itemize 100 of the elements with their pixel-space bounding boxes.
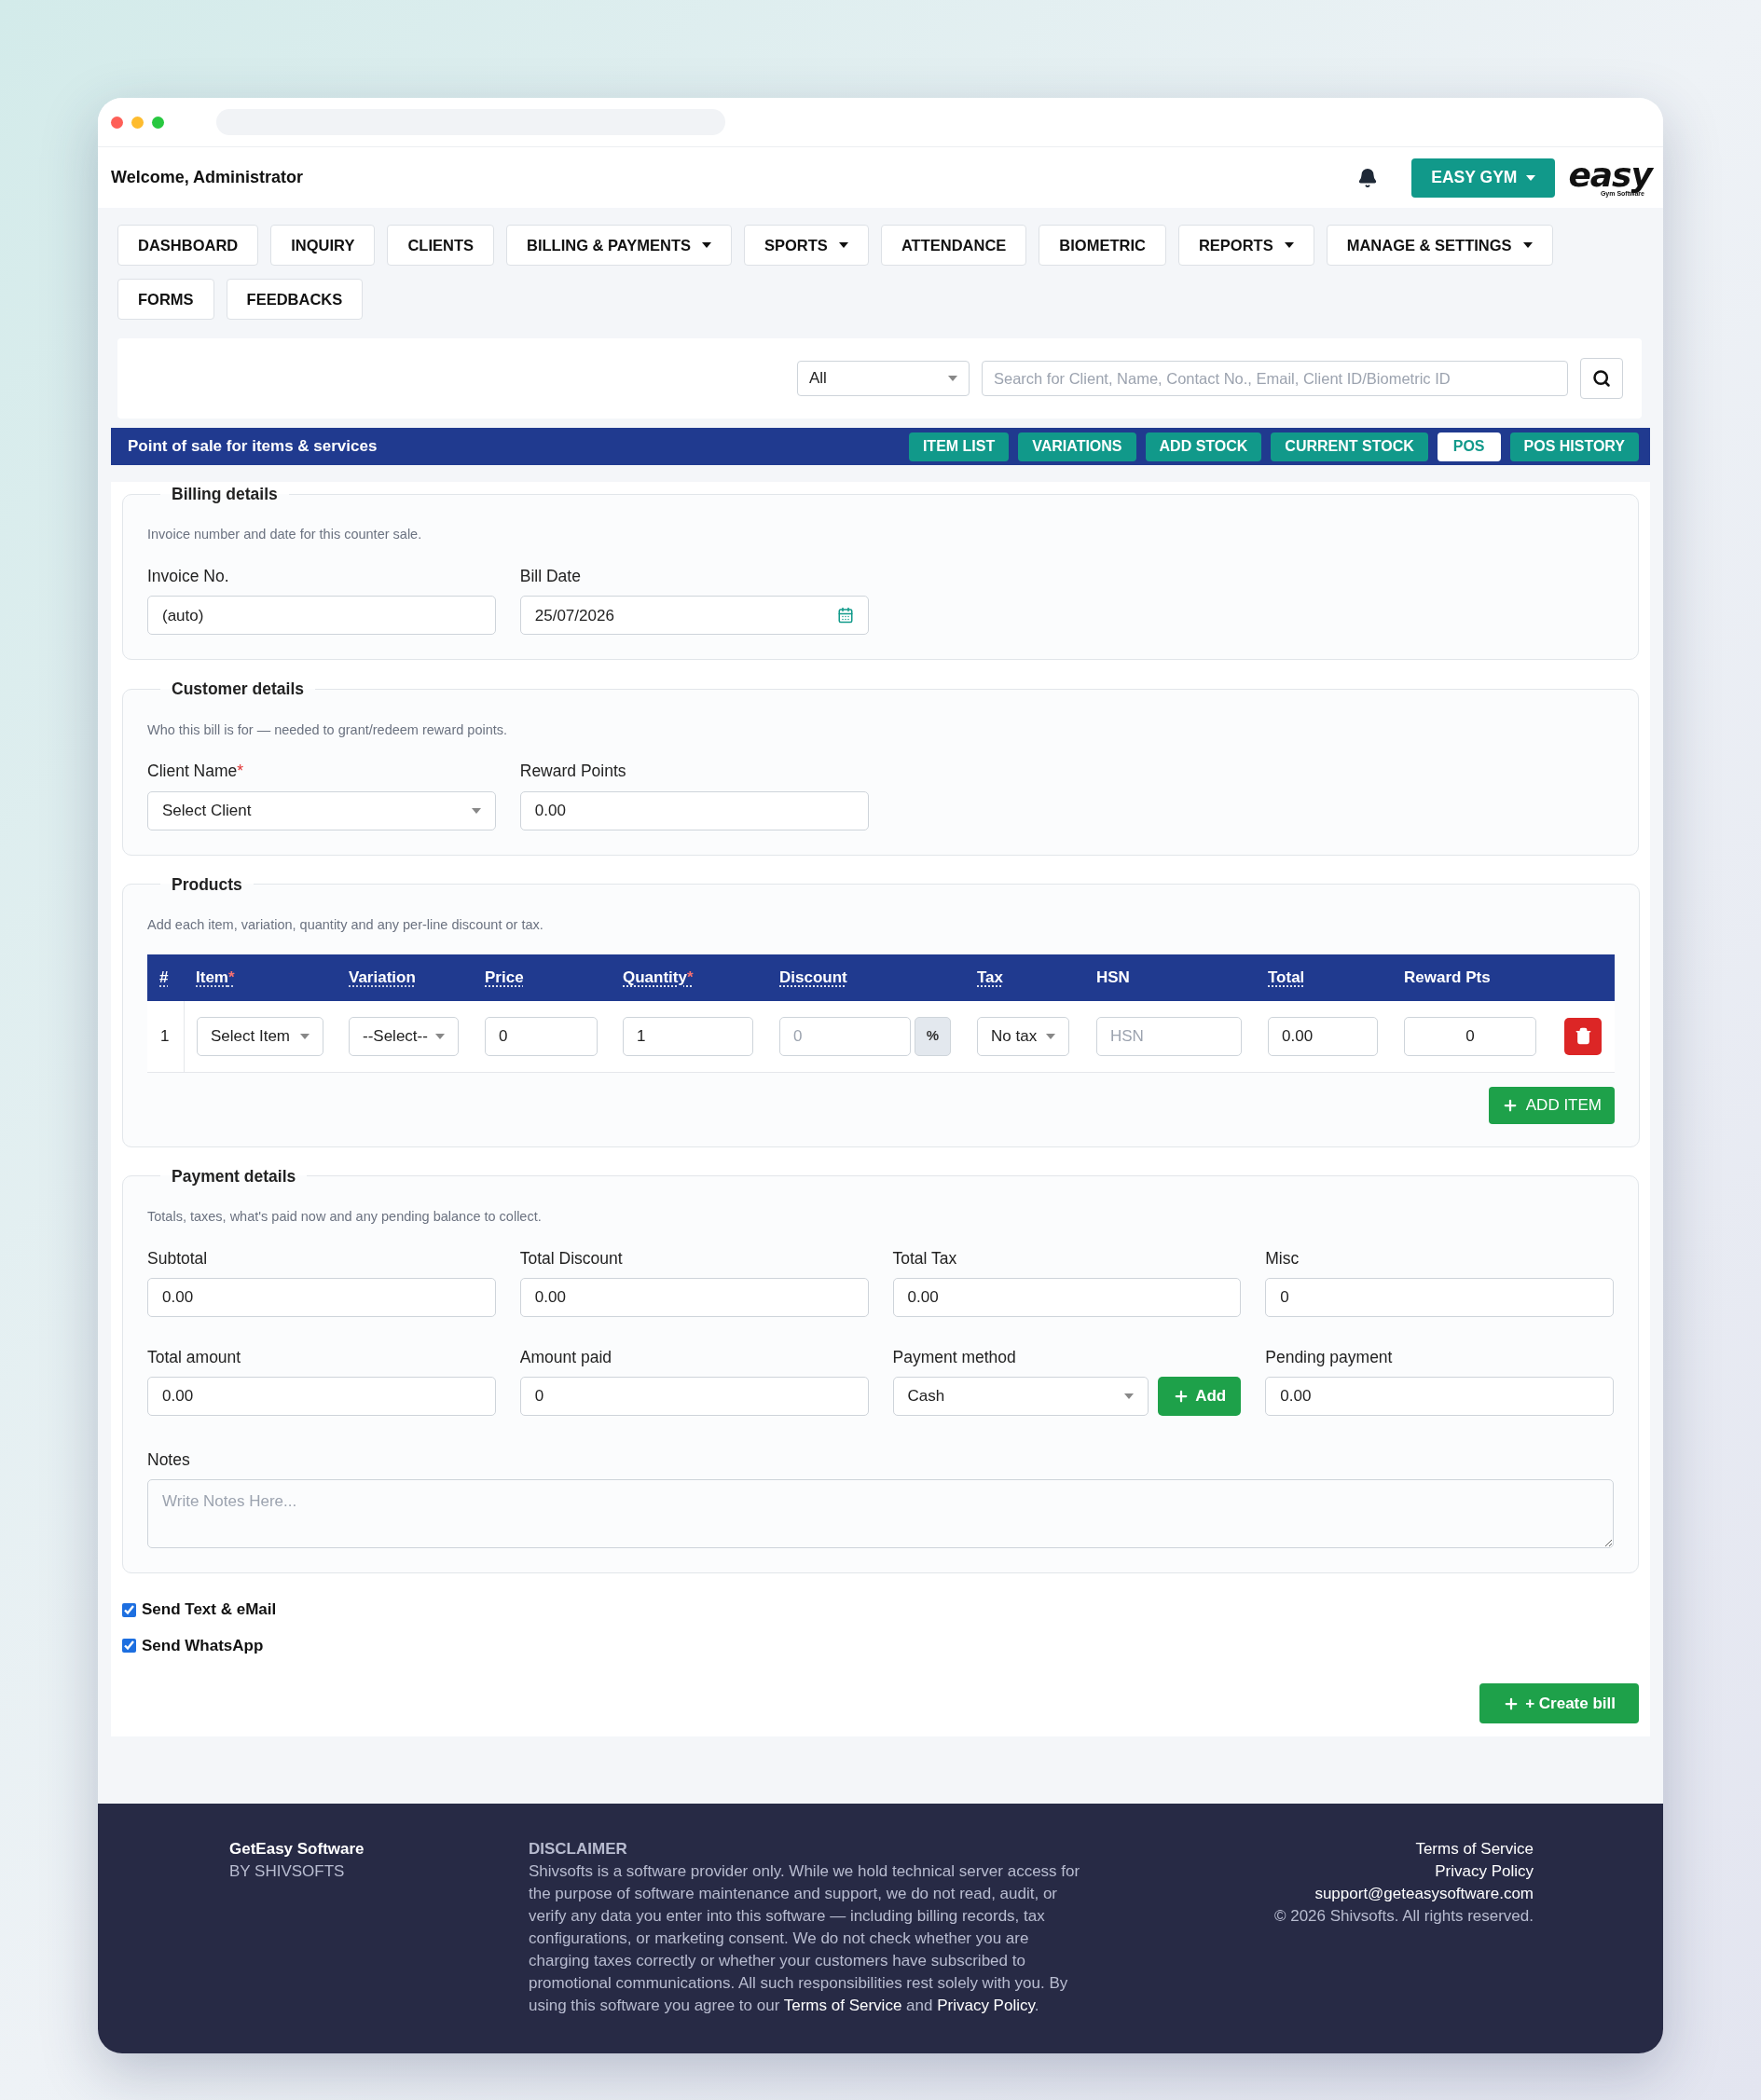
- field-label: Payment method: [892, 1346, 1017, 1368]
- percent-toggle[interactable]: %: [915, 1016, 951, 1056]
- section-legend: Products: [160, 872, 254, 897]
- section-hint: Add each item, variation, quantity and any per-line discount or tax.: [147, 915, 544, 934]
- section-legend: Billing details: [160, 482, 289, 507]
- welcome-text: Welcome, Administrator: [111, 167, 304, 188]
- module-title: Point of sale for items & services: [128, 436, 378, 458]
- column-header: Reward Pts: [1404, 967, 1491, 988]
- search-button[interactable]: [1580, 358, 1623, 399]
- column-header: Discount: [779, 967, 847, 988]
- search-field[interactable]: Search for Client, Name, Contact No., Email, Client ID/Biometric ID: [982, 361, 1568, 396]
- gym-menu-button[interactable]: EASY GYM: [1411, 158, 1556, 198]
- module-tab[interactable]: POS: [1437, 432, 1501, 461]
- input-field[interactable]: 0.00: [1265, 1377, 1614, 1416]
- nav-button[interactable]: SPORTS: [744, 225, 869, 266]
- caret-icon: [435, 1033, 445, 1039]
- checkbox-label: Send WhatsApp: [142, 1635, 264, 1656]
- column-header: Tax: [977, 967, 1004, 988]
- caret-icon: [1046, 1033, 1055, 1039]
- field-label: Bill Date: [519, 566, 582, 587]
- date-field[interactable]: 25/07/2026: [519, 596, 869, 636]
- section-hint: Invoice number and date for this counter sale.: [147, 526, 423, 544]
- caret-icon: [1526, 174, 1536, 181]
- module-tab[interactable]: ADD STOCK: [1145, 432, 1262, 461]
- field-label: Client Name*: [147, 761, 245, 783]
- delete-button[interactable]: [1564, 1017, 1602, 1055]
- field-label: Misc: [1265, 1247, 1300, 1270]
- disclaimer-text: Shivsofts is a software provider only. While we hold technical server access for the purpose of software maintenance and support, we do not read, audit, or verify any data you enter into this software — including billing records, tax configurations, or marketing consent. We do not check whether you are charging taxes correctly or whether your customers have subscribed to promotional communications. All such responsibilities rest solely with you. By using this software you agree to our Terms of Service and Privacy Policy.: [529, 1861, 1081, 2017]
- column-header: Variation: [349, 967, 416, 988]
- reward-points-field[interactable]: 0: [1404, 1016, 1536, 1056]
- search-icon: [1592, 369, 1611, 388]
- input-field[interactable]: (auto): [147, 596, 496, 636]
- nav-button[interactable]: MANAGE & SETTINGS: [1326, 225, 1553, 266]
- item-select[interactable]: Select Item: [197, 1016, 323, 1056]
- footer-brand: GetEasy Software: [229, 1839, 365, 1860]
- nav-button[interactable]: REPORTS: [1177, 225, 1314, 266]
- column-header: Quantity*: [623, 967, 694, 988]
- nav-button[interactable]: CLIENTS: [387, 225, 494, 266]
- calendar-icon: [836, 607, 854, 625]
- section-legend: Payment details: [160, 1163, 308, 1188]
- column-header: HSN: [1096, 967, 1130, 988]
- input-field[interactable]: 0: [1265, 1277, 1614, 1317]
- caret-icon: [948, 376, 957, 381]
- input-field[interactable]: 0: [519, 1377, 869, 1416]
- terms-link[interactable]: Terms of Service: [783, 1997, 902, 2015]
- nav-button[interactable]: DASHBOARD: [117, 225, 259, 266]
- select-field[interactable]: Select Client: [147, 790, 496, 830]
- field-label: Invoice No.: [147, 566, 230, 587]
- module-tab[interactable]: CURRENT STOCK: [1271, 432, 1428, 461]
- disclaimer-title: DISCLAIMER: [529, 1839, 628, 1860]
- field-label: Total Tax: [892, 1247, 958, 1270]
- nav-button[interactable]: FORMS: [117, 279, 214, 320]
- footer-link[interactable]: Terms of Service: [1415, 1838, 1534, 1861]
- input-field[interactable]: 0.00: [519, 1277, 869, 1317]
- column-header: #: [159, 967, 169, 988]
- module-tab[interactable]: POS HISTORY: [1509, 432, 1639, 461]
- field-label: Total amount: [147, 1346, 242, 1368]
- tax-select[interactable]: No tax: [977, 1016, 1069, 1056]
- quantity-field[interactable]: 1: [623, 1016, 753, 1056]
- footer-link[interactable]: Privacy Policy: [1435, 1860, 1534, 1884]
- input-field[interactable]: 0.00: [147, 1277, 496, 1317]
- nav-button[interactable]: ATTENDANCE: [880, 225, 1027, 266]
- nav-button[interactable]: BILLING & PAYMENTS: [506, 225, 732, 266]
- caret-icon: [300, 1033, 310, 1039]
- nav-button[interactable]: INQUIRY: [270, 225, 376, 266]
- nav-button[interactable]: FEEDBACKS: [226, 279, 364, 320]
- footer-company: BY SHIVSOFTS: [229, 1861, 346, 1883]
- checkbox-label: Send Text & eMail: [142, 1599, 277, 1621]
- footer-link[interactable]: support@geteasysoftware.com: [1314, 1883, 1534, 1906]
- module-tab[interactable]: VARIATIONS: [1018, 432, 1136, 461]
- privacy-link[interactable]: Privacy Policy: [937, 1997, 1035, 2015]
- field-label: Amount paid: [519, 1346, 612, 1368]
- nav-button[interactable]: BIOMETRIC: [1039, 225, 1166, 266]
- filter-select[interactable]: All: [797, 361, 970, 396]
- discount-field[interactable]: 0: [779, 1016, 911, 1056]
- field-label: Pending payment: [1265, 1346, 1394, 1368]
- hsn-field[interactable]: HSN: [1096, 1016, 1242, 1056]
- input-field[interactable]: 0.00: [892, 1277, 1242, 1317]
- select-field[interactable]: Cash: [892, 1377, 1149, 1416]
- caret-icon: [838, 242, 848, 248]
- caret-icon: [1124, 1393, 1135, 1399]
- field-label: Subtotal: [147, 1247, 209, 1270]
- price-field[interactable]: 0: [485, 1016, 598, 1056]
- section-legend: Customer details: [160, 677, 315, 702]
- total-field[interactable]: 0.00: [1268, 1016, 1378, 1056]
- field-label: Total Discount: [519, 1247, 624, 1270]
- checkbox[interactable]: [122, 1639, 136, 1653]
- module-tab[interactable]: ITEM LIST: [908, 432, 1010, 461]
- bell-icon[interactable]: [1357, 167, 1379, 188]
- field-label: Reward Points: [519, 761, 627, 783]
- notes-field[interactable]: Write Notes Here...: [147, 1479, 1614, 1549]
- input-field[interactable]: 0.00: [519, 790, 869, 830]
- trash-icon: [1574, 1027, 1592, 1045]
- section-hint: Who this bill is for — needed to grant/redeem reward points.: [147, 721, 509, 739]
- input-field[interactable]: 0.00: [147, 1377, 496, 1416]
- variation-select[interactable]: --Select--: [349, 1016, 459, 1056]
- caret-icon: [471, 807, 481, 814]
- checkbox[interactable]: [122, 1602, 136, 1617]
- caret-icon: [1522, 242, 1533, 248]
- caret-icon: [1284, 242, 1294, 248]
